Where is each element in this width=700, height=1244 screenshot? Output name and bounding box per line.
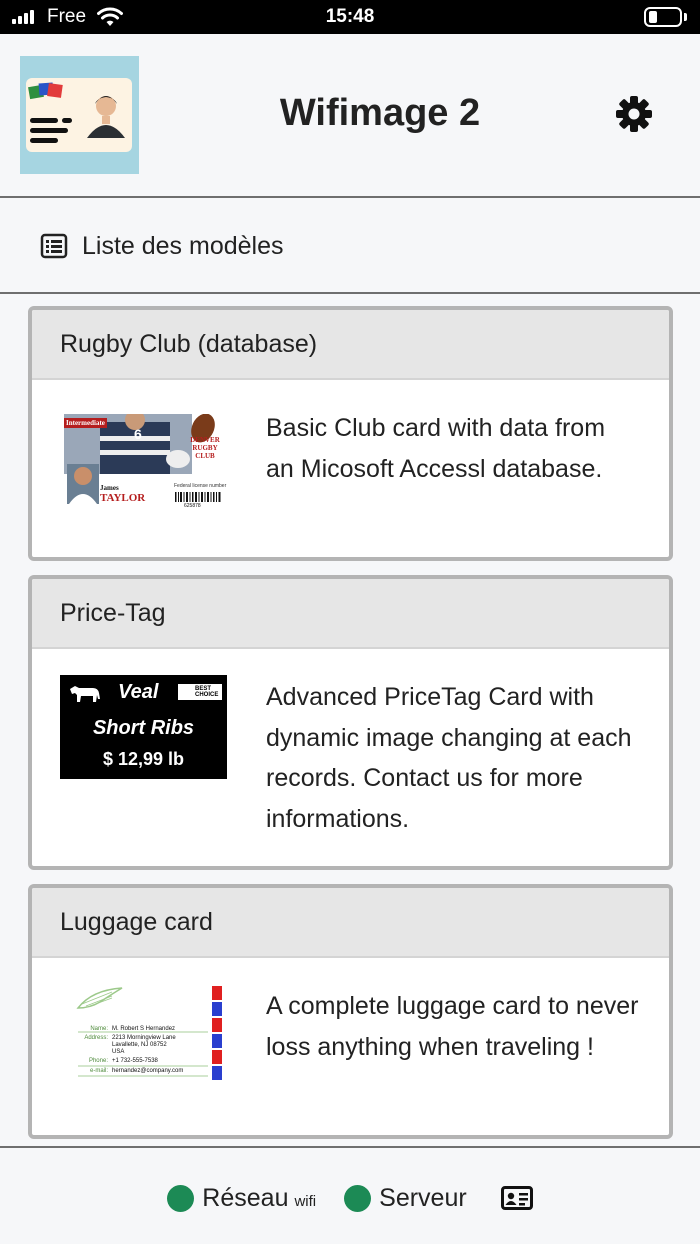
level-badge: Intermediate bbox=[64, 418, 107, 428]
footer-bar: Réseau wifi Serveur bbox=[0, 1146, 700, 1244]
battery-tip bbox=[684, 13, 687, 21]
app-title: Wifimage 2 bbox=[279, 92, 481, 134]
connection-status: Réseau wifi Serveur bbox=[0, 1180, 700, 1216]
template-list: Rugby Club (database) Intermediate 6 DEN… bbox=[0, 294, 700, 1146]
clock: 15:48 bbox=[325, 6, 375, 27]
template-card-price-tag[interactable]: Price-Tag Veal BEST CHOICE Short Ribs $ … bbox=[28, 575, 673, 870]
id-card-button[interactable] bbox=[500, 1186, 533, 1210]
list-icon bbox=[40, 233, 68, 259]
club-name: DENVER RUGBY CLUB bbox=[190, 436, 220, 460]
card-title: Price-Tag bbox=[32, 579, 669, 649]
template-card-rugby[interactable]: Rugby Club (database) Intermediate 6 DEN… bbox=[28, 306, 673, 561]
nav-bar: Liste des modèles bbox=[0, 198, 700, 294]
luggage-card-thumbnail: Name: M. Robert S Hernandez Address: 2213 … bbox=[60, 984, 224, 1090]
price-tag-thumbnail: Veal BEST CHOICE Short Ribs $ 12,99 lb bbox=[60, 675, 227, 779]
id-card-icon bbox=[500, 1186, 533, 1210]
product-price: $ 12,99 lb bbox=[102, 749, 185, 769]
player-last-name: TAYLOR bbox=[100, 492, 146, 504]
nav-item-template-list[interactable]: Liste des modèles bbox=[40, 228, 284, 264]
cow-icon bbox=[70, 686, 100, 702]
server-label: Serveur bbox=[379, 1183, 467, 1212]
barcode-label: Federal license number bbox=[174, 483, 227, 489]
jersey-number: 6 bbox=[134, 426, 142, 442]
network-status-dot bbox=[167, 1184, 195, 1212]
gear-icon bbox=[616, 96, 652, 132]
app-header: Wifimage 2 bbox=[0, 34, 700, 198]
settings-button[interactable] bbox=[614, 94, 654, 134]
card-description: Advanced PriceTag Card with dynamic imag… bbox=[266, 683, 632, 833]
luggage-details: Name: M. Robert S Hernandez Address: 2213 … bbox=[84, 1026, 184, 1074]
player-first-name: James bbox=[100, 484, 119, 492]
nav-item-label: Liste des modèles bbox=[82, 231, 284, 260]
card-title: Rugby Club (database) bbox=[32, 310, 669, 380]
network-label: Réseau bbox=[202, 1183, 289, 1212]
best-choice-badge: BEST CHOICE bbox=[178, 684, 222, 700]
card-description: A complete luggage card to never loss an… bbox=[266, 992, 639, 1061]
product-name: Veal bbox=[118, 681, 159, 703]
network-type: wifi bbox=[294, 1192, 317, 1210]
card-title: Luggage card bbox=[32, 888, 669, 958]
barcode-number: 625878 bbox=[184, 503, 201, 509]
status-bar: Free 15:48 bbox=[0, 0, 700, 34]
product-cut: Short Ribs bbox=[92, 717, 195, 739]
rugby-card-thumbnail: Intermediate 6 DENVER RUGBY CLUB James T… bbox=[60, 414, 227, 514]
server-status-dot bbox=[344, 1184, 372, 1212]
template-card-luggage[interactable]: Luggage card Name: M. Robert S Hernandez… bbox=[28, 884, 673, 1139]
card-description: Basic Club card with data from an Micoso… bbox=[266, 414, 606, 483]
battery-icon bbox=[644, 7, 682, 27]
